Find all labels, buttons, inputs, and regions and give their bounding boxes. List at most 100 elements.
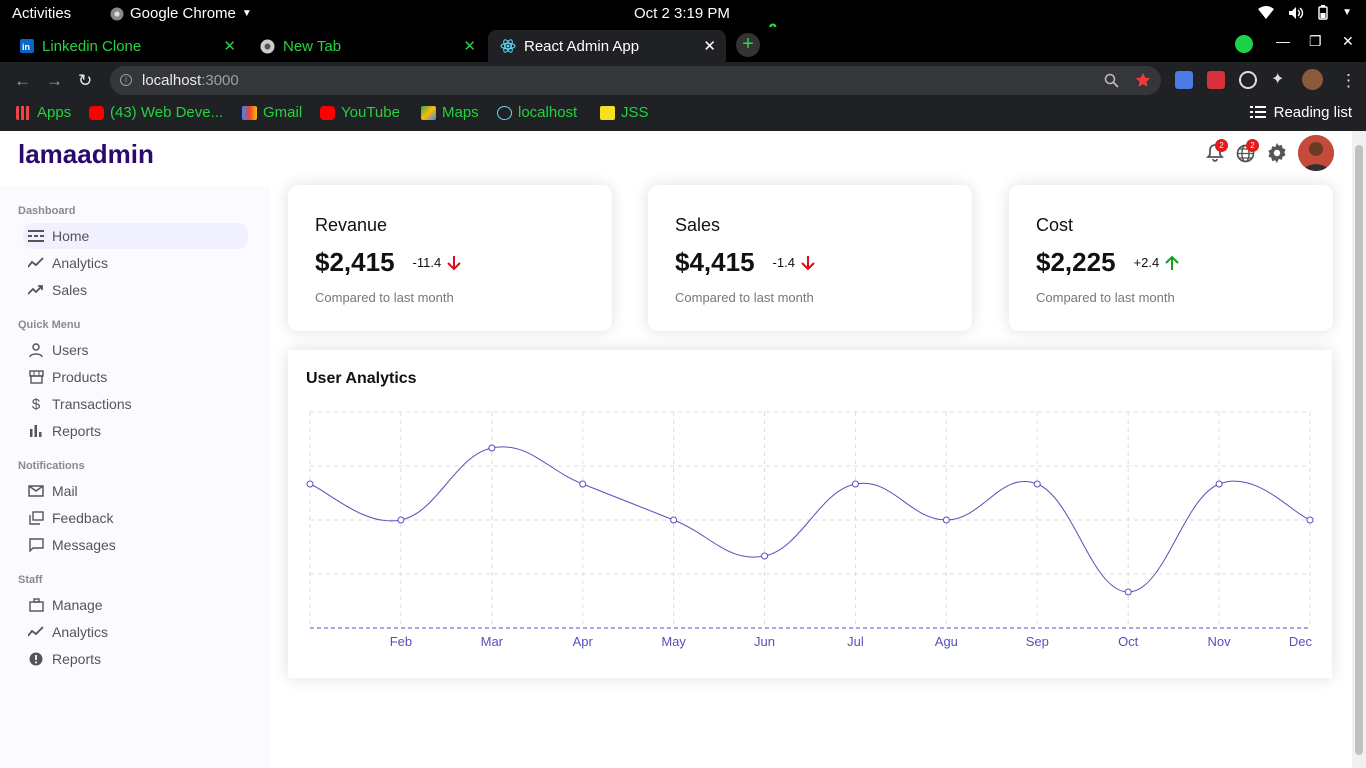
sidebar-item-analytics[interactable]: Analytics (23, 250, 248, 276)
sidebar-section-title: Quick Menu (18, 319, 81, 331)
sidebar: Dashboard Home Analytics Sales Quick Men… (0, 186, 270, 768)
minimize-button[interactable]: — (1276, 33, 1290, 49)
activities-button[interactable]: Activities (12, 5, 71, 22)
sidebar-item-manage[interactable]: Manage (23, 592, 248, 618)
linkedin-icon: in (20, 39, 34, 53)
settings-button[interactable] (1261, 136, 1292, 170)
card-money: $2,225 (1036, 247, 1116, 277)
close-icon[interactable]: ✕ (223, 37, 236, 55)
sidebar-item-feedback[interactable]: Feedback (23, 505, 248, 531)
data-point-apr (579, 480, 587, 488)
sidebar-item-reports[interactable]: Reports (23, 418, 248, 444)
app-viewport: lamaadmin 2 2 Dashboard Home Analytics S… (0, 131, 1352, 768)
close-icon[interactable]: ✕ (703, 37, 716, 55)
extension-target-icon[interactable] (1239, 71, 1257, 89)
sidebar-item-home[interactable]: Home (23, 223, 248, 249)
sidebar-item-sales[interactable]: Sales (23, 277, 248, 303)
bookmark-localhost[interactable]: localhost (497, 104, 577, 121)
language-button[interactable]: 2 (1230, 136, 1261, 170)
logo[interactable]: lamaadmin (18, 139, 154, 170)
extension-icon[interactable] (1207, 71, 1225, 89)
bookmark-jss[interactable]: JSS (600, 104, 649, 121)
youtube-icon (320, 105, 335, 120)
notification-badge: 2 (1246, 139, 1259, 152)
reading-list-button[interactable]: Reading list (1249, 104, 1352, 121)
storefront-icon (28, 369, 44, 385)
work-icon (28, 597, 44, 613)
maximize-button[interactable]: ❐ (1309, 33, 1322, 50)
bookmark-label: JSS (621, 104, 649, 121)
bookmark-maps[interactable]: Maps (421, 104, 479, 121)
mail-icon (28, 483, 44, 499)
card-money-row: $4,415 -1.4 (675, 247, 815, 278)
site-info-icon[interactable]: i (120, 74, 132, 86)
back-button[interactable]: ← (14, 71, 31, 91)
sidebar-item-messages[interactable]: Messages (23, 532, 248, 558)
tab-strip: in Linkedin Clone ✕ New Tab ✕ React Admi… (0, 27, 1366, 62)
timeline-icon (28, 255, 44, 271)
toolbar: ← → ↻ i localhost:3000 ✦ ⋮ (0, 62, 1366, 97)
system-tray[interactable]: ▼ (1258, 5, 1352, 20)
bookmark-label: (43) Web Deve... (110, 104, 224, 121)
bookmark-star-icon[interactable] (1135, 72, 1151, 88)
url-host: localhost (142, 72, 202, 89)
profile-avatar[interactable] (1302, 69, 1323, 90)
sidebar-item-users[interactable]: Users (23, 337, 248, 363)
tab-new-tab[interactable]: New Tab ✕ (248, 30, 486, 62)
forward-button[interactable]: → (46, 71, 63, 91)
sidebar-item-label: Messages (52, 537, 116, 553)
sidebar-item-label: Users (52, 342, 89, 358)
tab-title: New Tab (283, 37, 342, 55)
card-money-row: $2,415 -11.4 (315, 247, 461, 278)
address-bar[interactable]: i localhost:3000 (110, 66, 1161, 95)
clock[interactable]: Oct 2 3:19 PM (634, 5, 730, 22)
reading-list-label: Reading list (1273, 104, 1352, 121)
x-tick-label: Jul (847, 634, 864, 649)
profile-sync-icon[interactable] (1235, 35, 1253, 53)
zoom-icon[interactable] (1104, 73, 1119, 88)
x-tick-label: Nov (1208, 634, 1232, 649)
sidebar-item-staff-reports[interactable]: Reports (23, 646, 248, 672)
extensions-puzzle-icon[interactable]: ✦ (1271, 71, 1289, 89)
data-point-mar (488, 444, 496, 452)
x-tick-label: Sep (1026, 634, 1049, 649)
bookmark-web-dev[interactable]: (43) Web Deve... (89, 104, 223, 121)
bookmark-apps[interactable]: Apps (16, 104, 71, 121)
sidebar-section-title: Dashboard (18, 205, 76, 217)
bookmark-youtube[interactable]: YouTube (320, 104, 400, 121)
google-translate-icon[interactable] (1175, 71, 1193, 89)
bookmark-label: Gmail (263, 104, 303, 121)
page-scrollbar[interactable] (1352, 131, 1366, 768)
x-tick-label: Agu (935, 634, 958, 649)
x-tick-label: Jun (754, 634, 775, 649)
tab-linkedin-clone[interactable]: in Linkedin Clone ✕ (8, 30, 246, 62)
bookmark-label: Apps (37, 104, 72, 121)
data-point-sep (1033, 480, 1041, 488)
bookmarks-bar: Apps (43) Web Deve... Gmail YouTube Maps… (0, 97, 1366, 131)
app-menu[interactable]: Google Chrome ▼ (110, 5, 252, 22)
sidebar-item-staff-analytics[interactable]: Analytics (23, 619, 248, 645)
gear-icon (1267, 143, 1286, 163)
close-window-button[interactable]: ✕ (1342, 33, 1354, 50)
report-icon (28, 651, 44, 667)
avatar[interactable] (1298, 135, 1334, 171)
close-icon[interactable]: ✕ (463, 37, 476, 55)
sidebar-item-transactions[interactable]: $ Transactions (23, 391, 248, 417)
bookmark-gmail[interactable]: Gmail (242, 104, 302, 121)
reload-button[interactable]: ↻ (78, 71, 92, 91)
x-tick-label: Oct (1118, 634, 1139, 649)
sidebar-item-mail[interactable]: Mail (23, 478, 248, 504)
sidebar-item-label: Reports (52, 423, 102, 439)
card-title: Cost (1036, 215, 1074, 235)
bar-chart-icon (28, 423, 44, 439)
sidebar-item-products[interactable]: Products (23, 364, 248, 390)
scrollbar-thumb[interactable] (1355, 145, 1363, 755)
tab-react-admin-app[interactable]: React Admin App ✕ (488, 30, 726, 62)
maps-icon (421, 105, 436, 120)
more-menu-icon[interactable]: ⋮ (1340, 71, 1357, 91)
chrome-icon (260, 39, 275, 53)
line-style-icon (28, 228, 44, 244)
sidebar-item-label: Analytics (52, 255, 109, 271)
new-tab-button[interactable]: + (736, 33, 760, 57)
notifications-button[interactable]: 2 (1199, 136, 1230, 170)
